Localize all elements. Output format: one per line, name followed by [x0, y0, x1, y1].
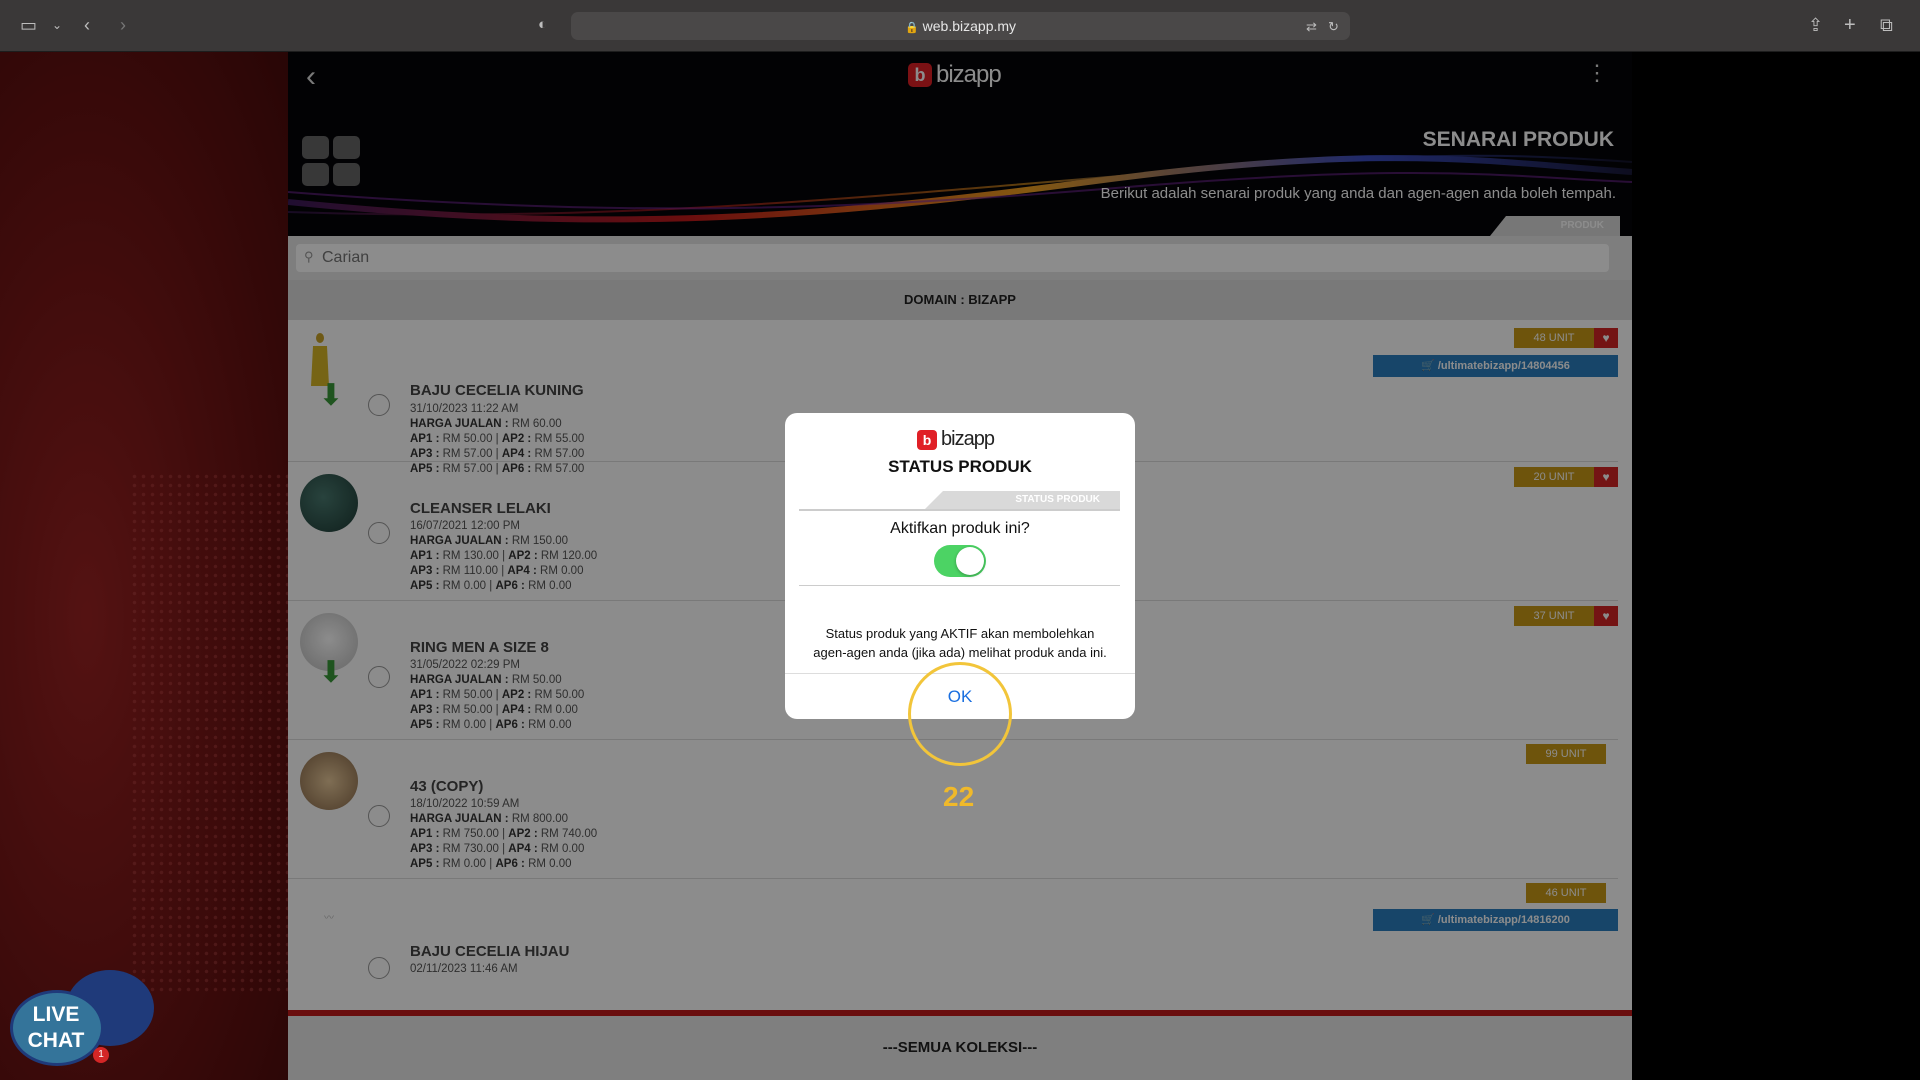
back-icon[interactable]: ‹	[84, 14, 90, 36]
tabs-overview-icon[interactable]: ⧉	[1880, 14, 1893, 36]
shield-icon[interactable]: ◐	[538, 14, 547, 36]
notification-badge: 1	[93, 1047, 109, 1063]
activate-toggle[interactable]	[934, 545, 986, 577]
step-number: 22	[943, 781, 975, 812]
click-highlight-circle	[908, 662, 1012, 766]
modal-title: STATUS PRODUK	[888, 457, 1032, 476]
address-bar[interactable]: 🔒 web.bizapp.my ⇄ ↻	[571, 12, 1350, 40]
url-text: web.bizapp.my	[922, 18, 1017, 34]
forward-icon[interactable]: ›	[120, 14, 126, 36]
bizapp-logo: b bizapp	[917, 428, 995, 451]
share-icon[interactable]: ⇪	[1808, 14, 1823, 36]
chevron-down-icon[interactable]: ⌄	[52, 14, 62, 36]
divider	[799, 509, 1120, 511]
reload-icon[interactable]: ↻	[1328, 16, 1339, 38]
new-tab-icon[interactable]: +	[1844, 14, 1856, 36]
modal-question: Aktifkan produk ini?	[890, 520, 1030, 537]
modal-description: Status produk yang AKTIF akan membolehka…	[813, 626, 1107, 660]
divider	[799, 585, 1120, 586]
modal-tab-label: STATUS PRODUK	[925, 491, 1120, 509]
browser-toolbar: ▭ ⌄ ‹ › ◐ 🔒 web.bizapp.my ⇄ ↻ ⇪ + ⧉	[0, 0, 1920, 52]
live-chat-button[interactable]: LIVE CHAT 1	[8, 966, 154, 1071]
lock-icon: 🔒	[904, 22, 919, 34]
sidebar-toggle-icon[interactable]: ▭	[20, 14, 37, 36]
translate-icon[interactable]: ⇄	[1306, 16, 1317, 38]
